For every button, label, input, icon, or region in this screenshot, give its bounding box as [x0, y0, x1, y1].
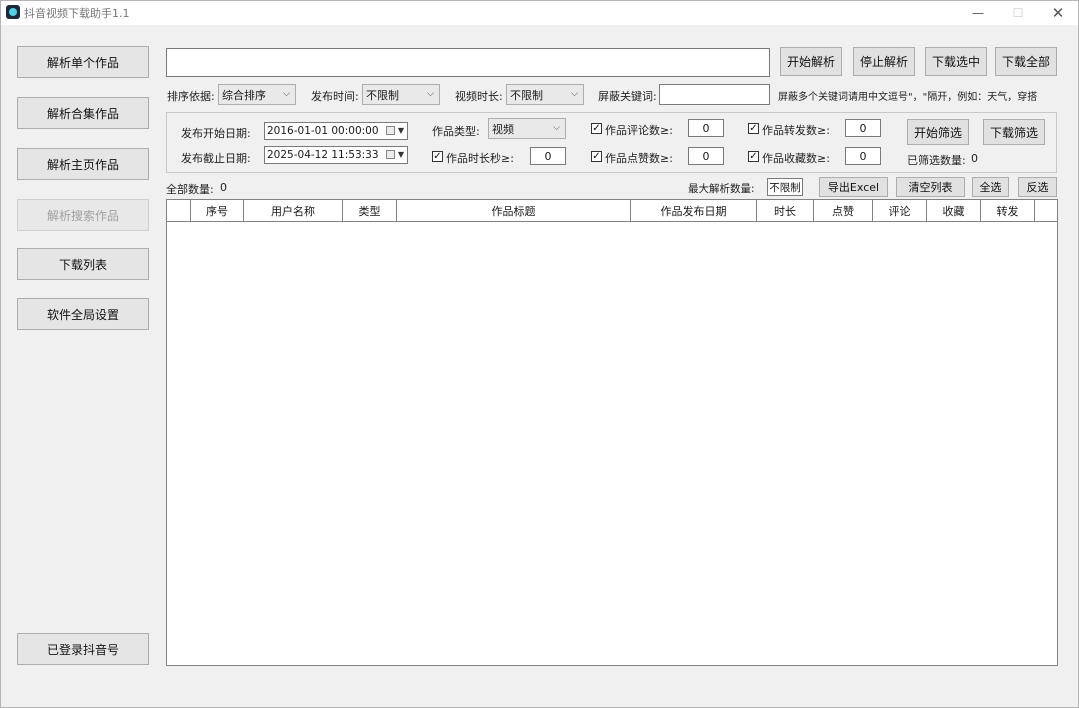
total-count-value: 0: [220, 181, 227, 194]
download-selected-button[interactable]: 下载选中: [925, 47, 987, 76]
total-count-label: 全部数量:: [166, 183, 214, 196]
invert-select-button[interactable]: 反选: [1018, 177, 1057, 197]
table-header: 序号 用户名称 类型 作品标题 作品发布日期 时长 点赞 评论 收藏 转发: [167, 200, 1057, 222]
column-header-shares[interactable]: 转发: [981, 200, 1035, 221]
shares-input[interactable]: 0: [845, 119, 881, 137]
work-type-select[interactable]: 视频 ⌵: [488, 118, 566, 139]
comments-input[interactable]: 0: [688, 119, 724, 137]
column-header-comments[interactable]: 评论: [873, 200, 927, 221]
work-type-label: 作品类型:: [432, 125, 480, 138]
calendar-icon[interactable]: [386, 150, 395, 159]
column-header-filler: [1035, 200, 1057, 221]
comments-label: 作品评论数≥:: [605, 124, 673, 137]
calendar-icon[interactable]: [386, 126, 395, 135]
parse-single-button[interactable]: 解析单个作品: [17, 46, 149, 78]
chevron-down-icon[interactable]: ▼: [398, 126, 404, 135]
duration-sec-checkbox[interactable]: ✓: [432, 151, 443, 162]
column-header-checkbox[interactable]: [167, 200, 191, 221]
title-bar: 抖音视频下载助手1.1 — ☐ ✕: [1, 1, 1078, 25]
favorites-label: 作品收藏数≥:: [762, 152, 830, 165]
column-header-title[interactable]: 作品标题: [397, 200, 631, 221]
export-excel-button[interactable]: 导出Excel: [819, 177, 888, 197]
chevron-down-icon: ⌵: [283, 89, 290, 99]
column-header-username[interactable]: 用户名称: [244, 200, 343, 221]
select-all-button[interactable]: 全选: [972, 177, 1009, 197]
chevron-down-icon: ⌵: [571, 89, 578, 99]
likes-checkbox[interactable]: ✓: [591, 151, 602, 162]
block-keyword-label: 屏蔽关键词:: [598, 90, 657, 103]
clear-list-button[interactable]: 清空列表: [896, 177, 965, 197]
max-parse-label: 最大解析数量:: [688, 183, 755, 195]
chevron-down-icon: ⌵: [553, 123, 560, 133]
download-filter-button[interactable]: 下载筛选: [983, 119, 1045, 145]
likes-label: 作品点赞数≥:: [605, 152, 673, 165]
sort-select-value: 综合排序: [222, 88, 266, 102]
column-header-duration[interactable]: 时长: [757, 200, 814, 221]
global-settings-button[interactable]: 软件全局设置: [17, 298, 149, 330]
start-filter-button[interactable]: 开始筛选: [907, 119, 969, 145]
stop-parse-button[interactable]: 停止解析: [853, 47, 915, 76]
logged-in-account-button[interactable]: 已登录抖音号: [17, 633, 149, 665]
duration-select-value: 不限制: [510, 88, 543, 102]
sort-select[interactable]: 综合排序 ⌵: [218, 84, 296, 105]
app-window: 抖音视频下载助手1.1 — ☐ ✕ 解析单个作品 解析合集作品 解析主页作品 解…: [0, 0, 1079, 708]
download-all-button[interactable]: 下载全部: [995, 47, 1057, 76]
favorites-checkbox[interactable]: ✓: [748, 151, 759, 162]
column-header-favorites[interactable]: 收藏: [927, 200, 981, 221]
close-button[interactable]: ✕: [1038, 1, 1078, 25]
start-date-label: 发布开始日期:: [181, 127, 251, 140]
shares-checkbox[interactable]: ✓: [748, 123, 759, 134]
column-header-type[interactable]: 类型: [343, 200, 397, 221]
comments-checkbox[interactable]: ✓: [591, 123, 602, 134]
chevron-down-icon[interactable]: ▼: [398, 150, 404, 159]
duration-sec-input[interactable]: 0: [530, 147, 566, 165]
likes-input[interactable]: 0: [688, 147, 724, 165]
window-title: 抖音视频下载助手1.1: [24, 7, 130, 20]
sort-label: 排序依据:: [167, 90, 215, 103]
column-header-index[interactable]: 序号: [191, 200, 244, 221]
duration-sec-label: 作品时长秒≥:: [446, 152, 514, 165]
parse-search-button[interactable]: 解析搜索作品: [17, 199, 149, 231]
start-date-picker[interactable]: 2016-01-01 00:00:00 ▼: [264, 122, 408, 140]
duration-label: 视频时长:: [455, 90, 503, 103]
parse-collection-button[interactable]: 解析合集作品: [17, 97, 149, 129]
end-date-picker[interactable]: 2025-04-12 11:53:33 ▼: [264, 146, 408, 164]
start-date-value: 2016-01-01 00:00:00: [267, 125, 379, 137]
minimize-button[interactable]: —: [958, 1, 998, 25]
download-list-button[interactable]: 下载列表: [17, 248, 149, 280]
publish-time-select[interactable]: 不限制 ⌵: [362, 84, 440, 105]
chevron-down-icon: ⌵: [427, 89, 434, 99]
parse-homepage-button[interactable]: 解析主页作品: [17, 148, 149, 180]
end-date-value: 2025-04-12 11:53:33: [267, 149, 379, 161]
block-keyword-input[interactable]: [659, 84, 770, 105]
duration-select[interactable]: 不限制 ⌵: [506, 84, 584, 105]
publish-time-label: 发布时间:: [311, 90, 359, 103]
shares-label: 作品转发数≥:: [762, 124, 830, 137]
work-type-select-value: 视频: [492, 122, 514, 136]
favorites-input[interactable]: 0: [845, 147, 881, 165]
start-parse-button[interactable]: 开始解析: [780, 47, 842, 76]
works-table[interactable]: 序号 用户名称 类型 作品标题 作品发布日期 时长 点赞 评论 收藏 转发: [166, 199, 1058, 666]
end-date-label: 发布截止日期:: [181, 152, 251, 165]
filtered-count-label: 已筛选数量:: [907, 154, 966, 167]
filtered-count-value: 0: [971, 152, 978, 165]
column-header-likes[interactable]: 点赞: [814, 200, 873, 221]
publish-time-select-value: 不限制: [366, 88, 399, 102]
url-input[interactable]: [166, 48, 770, 77]
column-header-publish-date[interactable]: 作品发布日期: [631, 200, 757, 221]
block-keyword-hint: 屏蔽多个关键词请用中文逗号"，"隔开，例如：天气，穿搭: [778, 92, 1038, 103]
app-logo-icon: [6, 5, 20, 19]
maximize-button[interactable]: ☐: [998, 1, 1038, 25]
max-parse-input[interactable]: 不限制: [767, 178, 803, 196]
